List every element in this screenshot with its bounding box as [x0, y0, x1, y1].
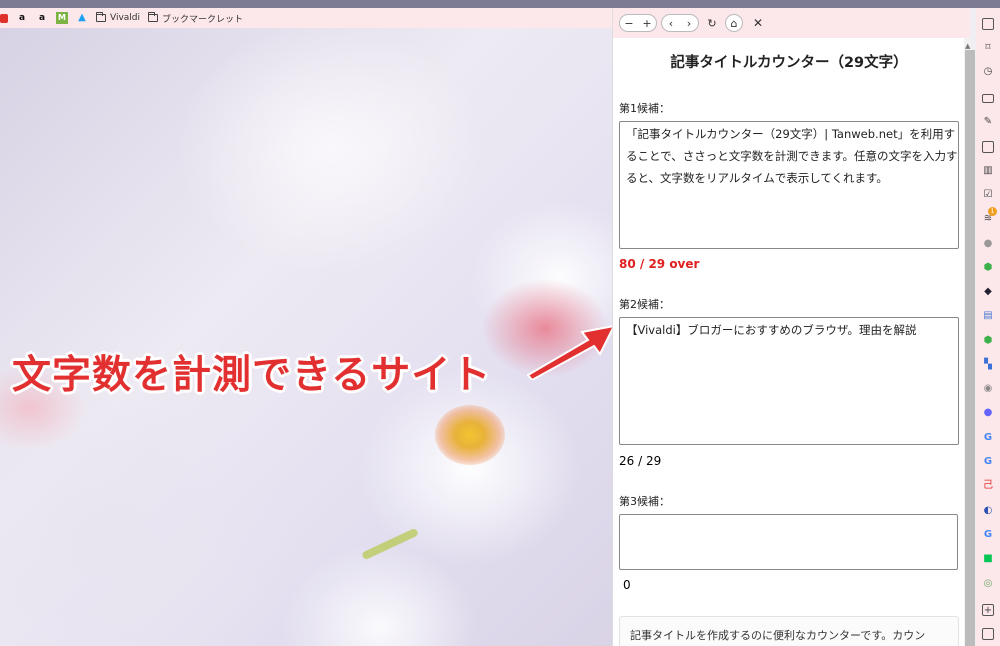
back-button[interactable]: ‹: [662, 15, 680, 31]
folder-icon: [96, 12, 106, 22]
bookmark-folder-vivaldi[interactable]: Vivaldi: [96, 10, 140, 26]
mail-icon[interactable]: [982, 94, 994, 103]
google-icon[interactable]: G: [982, 529, 994, 541]
calendar-icon[interactable]: [982, 141, 994, 153]
zoom-in-button[interactable]: +: [638, 15, 656, 31]
history-icon[interactable]: ◷: [982, 66, 994, 78]
web-panel-icon[interactable]: ◎: [982, 578, 994, 590]
candidate-3-label: 第3候補：: [619, 495, 670, 508]
web-panel-icon[interactable]: ⬢: [982, 335, 994, 347]
candidate-1-textarea[interactable]: 「記事タイトルカウンター（29文字）| Tanweb.net」を利用す ることで…: [619, 121, 959, 249]
bookmark-folder-bookmarklet[interactable]: ブックマークレット: [148, 10, 243, 26]
panel-scrollbar-thumb[interactable]: [965, 50, 975, 646]
textarea-line: ることで、ささっと文字数を計測できます。任意の文字を入力す: [626, 149, 958, 163]
youtube-icon: [0, 13, 8, 23]
feed-badge: 1: [988, 207, 997, 216]
bookmark-amazon-2[interactable]: a: [36, 10, 48, 26]
folder-icon: [148, 12, 159, 22]
web-panel-icon[interactable]: ⬢: [982, 262, 994, 274]
annotation-arrow: [526, 324, 616, 380]
web-panel-icon[interactable]: 己: [982, 480, 994, 492]
tabs-icon[interactable]: [982, 18, 994, 30]
candidate-2-count: 26 / 29: [619, 454, 662, 468]
google-icon[interactable]: G: [982, 456, 994, 468]
bookmark-youtube[interactable]: [0, 10, 8, 26]
candidate-2-textarea[interactable]: 【Vivaldi】ブロガーにおすすめのブラウザ。理由を解説: [619, 317, 959, 445]
google-icon[interactable]: G: [982, 432, 994, 444]
translate-icon[interactable]: ▚: [982, 359, 994, 371]
description-box: 記事タイトルを作成するのに便利なカウンターです。カウン: [619, 616, 959, 646]
textarea-line: 「記事タイトルカウンター（29文字）| Tanweb.net」を利用す: [626, 127, 956, 141]
reload-button[interactable]: ↻: [703, 14, 721, 32]
blossom-center: [435, 405, 505, 465]
desktop-wallpaper: [0, 28, 612, 646]
web-panel-icon[interactable]: ◉: [982, 383, 994, 395]
page-title: 記事タイトルカウンター（29文字）: [670, 55, 908, 71]
bookmarks-bar: a a M ▲ Vivaldi ブックマークレット: [0, 8, 612, 28]
web-panel-icon[interactable]: ●: [982, 238, 994, 250]
candidate-3-textarea[interactable]: [619, 514, 958, 570]
panel-sidebar: ⌑ ◷ ✎ ▥ ☑ ≋ 1 ● ⬢ ◆ ▤ ⬢ ▚ ◉ ● G G 己 ◐ G ■…: [976, 8, 1000, 646]
annotation-text: 文字数を計測できるサイト: [12, 353, 492, 398]
web-panel-icon[interactable]: ▤: [982, 310, 994, 322]
candidate-2-label: 第2候補：: [619, 298, 670, 311]
window-icon[interactable]: [982, 628, 994, 640]
web-panel: − + ‹ › ↻ ⌂ ✕ 記事タイトルカウンター（29文字） 第1候補： 「記…: [612, 8, 970, 646]
textarea-line: ると、文字数をリアルタイムで表示してくれます。: [626, 171, 888, 185]
twitter-icon: ▲: [78, 12, 86, 23]
web-panel-icon[interactable]: ◆: [982, 286, 994, 298]
amazon-icon: a: [18, 13, 26, 23]
candidate-3-count: 0: [623, 578, 631, 592]
candidate-1-count: 80 / 29 over: [619, 257, 700, 271]
tasks-icon[interactable]: ☑: [982, 189, 994, 201]
amazon-icon: a: [38, 13, 46, 23]
m-app-icon: M: [56, 12, 68, 24]
web-panel-icon[interactable]: ◐: [982, 505, 994, 517]
textarea-line: 【Vivaldi】ブロガーにおすすめのブラウザ。理由を解説: [626, 323, 917, 337]
nav-controls: ‹ ›: [661, 14, 699, 32]
close-panel-button[interactable]: ✕: [753, 16, 763, 30]
feed-icon[interactable]: ≋ 1: [982, 207, 997, 225]
bookmark-amazon[interactable]: a: [16, 10, 28, 26]
home-button[interactable]: ⌂: [725, 14, 743, 32]
bookmark-label: Vivaldi: [110, 13, 141, 23]
line-icon[interactable]: ■: [982, 553, 994, 565]
candidate-1-label: 第1候補：: [619, 102, 670, 115]
window-top-strip: [0, 0, 1000, 8]
zoom-controls: − +: [619, 14, 657, 32]
panel-toolbar: − + ‹ › ↻ ⌂ ✕: [613, 8, 970, 38]
bookmark-icon[interactable]: ⌑: [982, 42, 994, 54]
forward-button[interactable]: ›: [680, 15, 698, 31]
panel-page: 記事タイトルカウンター（29文字） 第1候補： 「記事タイトルカウンター（29文…: [613, 38, 965, 646]
bookmark-label: ブックマークレット: [162, 14, 244, 25]
add-panel-icon[interactable]: +: [982, 604, 994, 616]
bookmark-twitter[interactable]: ▲: [76, 10, 88, 26]
mastodon-icon[interactable]: ●: [982, 407, 994, 419]
description-text: 記事タイトルを作成するのに便利なカウンターです。カウン: [630, 629, 926, 642]
bookmark-m[interactable]: M: [56, 10, 68, 26]
scroll-up-arrow-icon[interactable]: ▲: [965, 42, 970, 50]
zoom-out-button[interactable]: −: [620, 15, 638, 31]
notes-icon[interactable]: ✎: [982, 116, 994, 128]
reader-icon[interactable]: ▥: [982, 165, 994, 177]
